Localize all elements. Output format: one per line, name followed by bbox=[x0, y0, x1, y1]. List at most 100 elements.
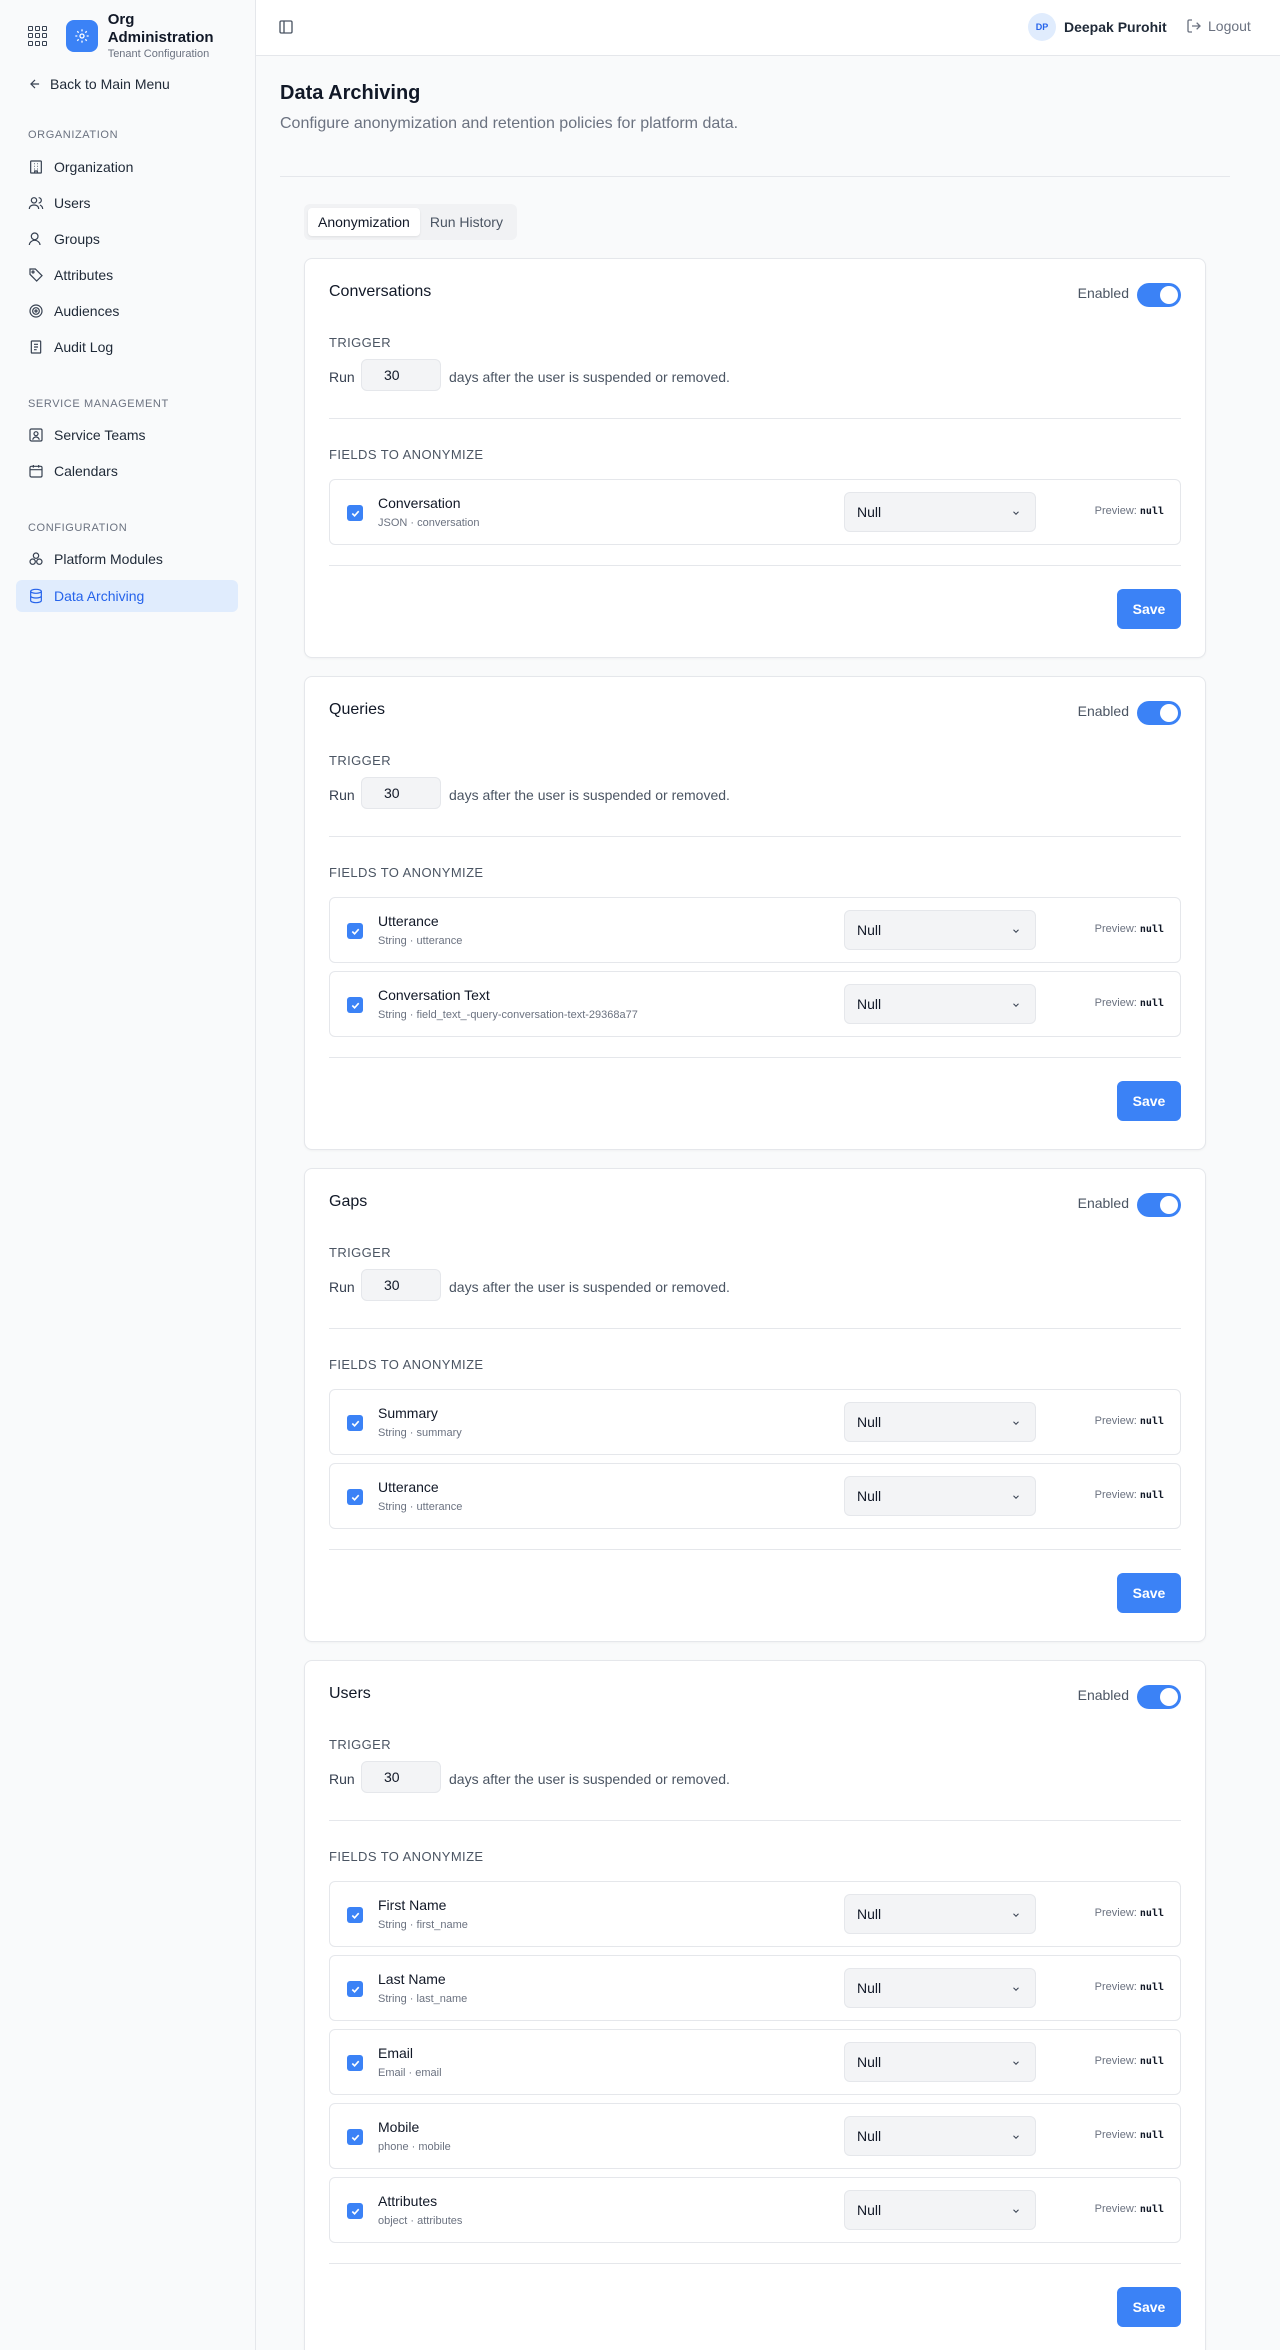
enabled-label: Enabled bbox=[1077, 1687, 1129, 1703]
preview-value: null bbox=[1139, 1982, 1164, 1993]
strategy-select[interactable]: Null bbox=[844, 910, 1036, 950]
strategy-select[interactable]: Null bbox=[844, 2042, 1036, 2082]
enabled-label: Enabled bbox=[1077, 285, 1129, 301]
chevron-down-icon bbox=[1013, 511, 1019, 515]
field-meta: JSON · conversation bbox=[378, 517, 480, 529]
save-button[interactable]: Save bbox=[1117, 1573, 1181, 1613]
chevron-down-icon bbox=[1013, 1495, 1019, 1499]
sidebar-item-audit-log[interactable]: Audit Log bbox=[16, 331, 238, 363]
apps-grid-icon[interactable] bbox=[28, 26, 48, 46]
back-to-main-menu-link[interactable]: Back to Main Menu bbox=[28, 74, 170, 94]
enabled-toggle[interactable] bbox=[1137, 1193, 1181, 1217]
group-icon bbox=[28, 232, 41, 246]
strategy-select[interactable]: Null bbox=[844, 1968, 1036, 2008]
archiving-card: Gaps Enabled TRIGGER Run 30 days after the us… bbox=[304, 1168, 1206, 1642]
sidebar-item-organization[interactable]: Organization bbox=[16, 151, 238, 183]
divider bbox=[329, 1549, 1181, 1550]
field-row: Mobile phone · mobile Null Preview: null bbox=[329, 2103, 1181, 2169]
building-icon bbox=[30, 160, 42, 174]
divider bbox=[329, 836, 1181, 837]
enabled-toggle[interactable] bbox=[1137, 1685, 1181, 1709]
check-icon bbox=[351, 1494, 359, 1501]
sidebar-item-groups[interactable]: Groups bbox=[16, 223, 238, 255]
tab-run-history[interactable]: Run History bbox=[420, 208, 513, 236]
tab-anonymization[interactable]: Anonymization bbox=[308, 208, 420, 236]
field-checkbox[interactable] bbox=[347, 2055, 363, 2071]
sidebar-item-platform-modules[interactable]: Platform Modules bbox=[16, 543, 238, 575]
card-title: Gaps bbox=[329, 1193, 368, 1210]
sidebar-item-label: Calendars bbox=[54, 463, 118, 479]
strategy-select[interactable]: Null bbox=[844, 2116, 1036, 2156]
logout-button[interactable]: Logout bbox=[1186, 18, 1251, 34]
field-checkbox[interactable] bbox=[347, 2203, 363, 2219]
field-checkbox[interactable] bbox=[347, 923, 363, 939]
days-input[interactable]: 30 bbox=[361, 1269, 441, 1301]
save-button[interactable]: Save bbox=[1117, 1081, 1181, 1121]
field-row: Conversation JSON · conversation Null Previ… bbox=[329, 479, 1181, 545]
field-meta: String · first_name bbox=[378, 1919, 468, 1931]
days-input[interactable]: 30 bbox=[361, 359, 441, 391]
field-meta: String · utterance bbox=[378, 1501, 463, 1513]
sidebar-item-service-teams[interactable]: Service Teams bbox=[16, 419, 238, 451]
preview-value: null bbox=[1139, 2130, 1164, 2141]
check-icon bbox=[351, 1420, 359, 1427]
trigger-description: days after the user is suspended or remo… bbox=[449, 1771, 730, 1787]
avatar[interactable]: DP bbox=[1028, 13, 1056, 41]
field-checkbox[interactable] bbox=[347, 505, 363, 521]
field-checkbox[interactable] bbox=[347, 1415, 363, 1431]
days-input[interactable]: 30 bbox=[361, 777, 441, 809]
field-name: Last Name bbox=[378, 1971, 446, 1987]
field-checkbox[interactable] bbox=[347, 997, 363, 1013]
strategy-select[interactable]: Null bbox=[844, 2190, 1036, 2230]
sidebar-item-label: Attributes bbox=[54, 267, 114, 283]
logout-icon bbox=[1187, 19, 1201, 33]
field-meta: phone · mobile bbox=[378, 2141, 451, 2153]
divider bbox=[329, 565, 1181, 566]
field-checkbox[interactable] bbox=[347, 1489, 363, 1505]
sidebar-item-users[interactable]: Users bbox=[16, 187, 238, 219]
sidebar-item-label: Groups bbox=[54, 231, 100, 247]
nav-section-configuration: CONFIGURATION bbox=[28, 522, 128, 534]
sidebar-item-attributes[interactable]: Attributes bbox=[16, 259, 238, 291]
strategy-select[interactable]: Null bbox=[844, 1402, 1036, 1442]
field-meta: String · summary bbox=[378, 1427, 462, 1439]
field-row: Last Name String · last_name Null Preview: … bbox=[329, 1955, 1181, 2021]
preview: Preview: null bbox=[1095, 1415, 1164, 1427]
field-checkbox[interactable] bbox=[347, 1907, 363, 1923]
preview: Preview: null bbox=[1095, 505, 1164, 517]
check-icon bbox=[351, 510, 359, 517]
strategy-value: Null bbox=[857, 504, 882, 520]
save-button[interactable]: Save bbox=[1117, 589, 1181, 629]
chevron-down-icon bbox=[1013, 2209, 1019, 2213]
field-name: Summary bbox=[378, 1405, 438, 1421]
save-button[interactable]: Save bbox=[1117, 2287, 1181, 2327]
sidebar-item-label: Organization bbox=[54, 159, 134, 175]
strategy-value: Null bbox=[857, 2202, 882, 2218]
gear-icon bbox=[65, 20, 98, 52]
target-icon bbox=[29, 304, 43, 318]
field-name: Mobile bbox=[378, 2119, 420, 2135]
strategy-select[interactable]: Null bbox=[844, 984, 1036, 1024]
sidebar-item-audiences[interactable]: Audiences bbox=[16, 295, 238, 327]
preview-label: Preview: bbox=[1094, 1489, 1137, 1501]
sidebar-toggle-icon[interactable] bbox=[278, 19, 294, 35]
preview: Preview: null bbox=[1095, 923, 1164, 935]
fields-to-anonymize-label: FIELDS TO ANONYMIZE bbox=[329, 1849, 484, 1864]
sidebar-item-calendars[interactable]: Calendars bbox=[16, 455, 238, 487]
strategy-select[interactable]: Null bbox=[844, 492, 1036, 532]
user-name[interactable]: Deepak Purohit bbox=[1064, 19, 1167, 35]
strategy-select[interactable]: Null bbox=[844, 1894, 1036, 1934]
enabled-toggle[interactable] bbox=[1137, 283, 1181, 307]
enabled-toggle[interactable] bbox=[1137, 701, 1181, 725]
sidebar-item-label: Audiences bbox=[54, 303, 120, 319]
field-checkbox[interactable] bbox=[347, 1981, 363, 1997]
check-icon bbox=[351, 2060, 359, 2067]
preview: Preview: null bbox=[1095, 2129, 1164, 2141]
sidebar-item-data-archiving[interactable]: Data Archiving bbox=[16, 580, 238, 612]
chevron-down-icon bbox=[1013, 1913, 1019, 1917]
database-icon bbox=[30, 588, 42, 604]
days-input[interactable]: 30 bbox=[361, 1761, 441, 1793]
sidebar: Org Administration Tenant Configuration … bbox=[0, 0, 256, 2350]
field-checkbox[interactable] bbox=[347, 2129, 363, 2145]
strategy-select[interactable]: Null bbox=[844, 1476, 1036, 1516]
